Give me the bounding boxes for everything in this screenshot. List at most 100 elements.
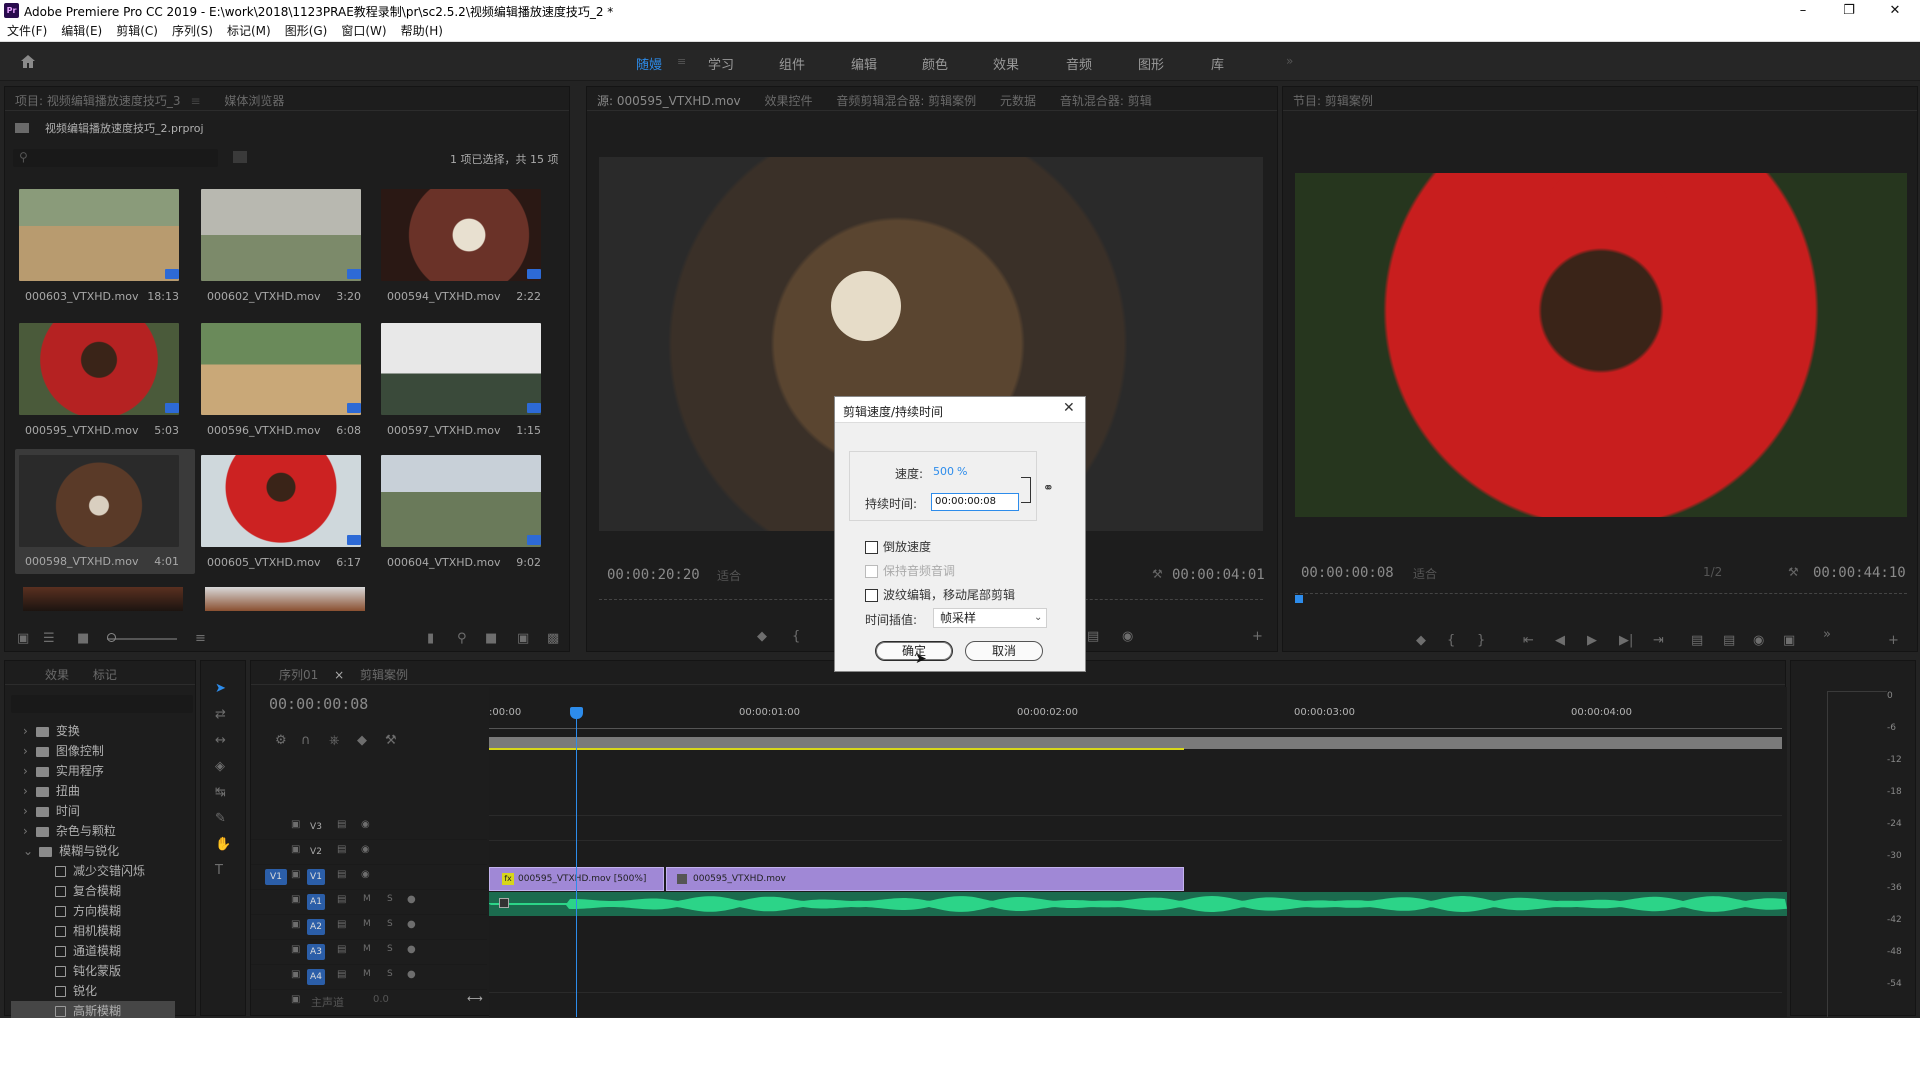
clip-thumb-000605[interactable]: 000605_VTXHD.mov 6:17 [201,455,367,573]
tree-fx-compound-blur[interactable]: 复合模糊 [23,881,193,901]
workspace-tab-color[interactable]: 颜色 [922,54,948,73]
go-to-out-icon[interactable]: ⇥ [1653,633,1664,648]
extract-icon[interactable]: ▤ [1723,633,1735,648]
master-track-value[interactable]: 0.0 [373,994,389,1005]
effects-search-input[interactable] [11,695,193,713]
list-view-icon[interactable]: ☰ [43,631,55,646]
lock-icon[interactable]: ▣ [291,844,300,855]
step-forward-icon[interactable]: ▶| [1619,633,1633,648]
track-target-a2[interactable]: A2 [307,919,325,935]
menu-window[interactable]: 窗口(W) [334,22,393,41]
timeline-timecode[interactable]: 00:00:00:08 [269,695,368,713]
minimize-button[interactable]: – [1780,0,1826,22]
tree-folder-image-control[interactable]: › 图像控制 [23,741,193,761]
pen-tool-icon[interactable]: ✎ [215,811,226,826]
tree-folder-blur-sharpen[interactable]: ⌄ 模糊与锐化 [23,841,193,861]
menu-edit[interactable]: 编辑(E) [54,22,109,41]
source-timecode-left[interactable]: 00:00:20:20 [607,567,700,583]
timeline-track-area[interactable]: :00:00 00:00:01:00 00:00:02:00 00:00:03:… [489,687,1787,1017]
hand-tool-icon[interactable]: ✋ [215,837,231,852]
microphone-icon[interactable]: ● [407,919,416,930]
tab-audio-clip-mixer[interactable]: 音频剪辑混合器: 剪辑案例 [826,87,986,109]
sort-icon[interactable]: ≡ [195,631,206,646]
cancel-button[interactable]: 取消 [965,641,1043,661]
lock-icon[interactable]: ▣ [291,969,300,980]
workspace-tab-assembly[interactable]: 随嫚 [636,54,662,73]
tab-markers[interactable]: 标记 [83,661,127,683]
find-icon[interactable]: ⚲ [457,631,467,646]
workspace-tab-effects[interactable]: 效果 [993,54,1019,73]
tree-fx-unsharp-mask[interactable]: 钝化蒙版 [23,961,193,981]
sync-lock-icon[interactable]: ▤ [337,919,346,930]
solo-icon[interactable]: S [387,894,393,904]
solo-icon[interactable]: S [387,969,393,979]
overflow-icon[interactable]: » [1823,627,1831,642]
mute-icon[interactable]: M [363,919,371,929]
program-time-ruler[interactable] [1295,593,1907,601]
workspace-tab-editing[interactable]: 编辑 [851,54,877,73]
workspace-menu-icon[interactable]: ≡ [677,55,686,68]
tree-folder-time[interactable]: › 时间 [23,801,193,821]
program-playhead[interactable] [1295,595,1303,603]
speed-value[interactable]: 500 [933,465,954,478]
tree-fx-channel-blur[interactable]: 通道模糊 [23,941,193,961]
export-frame-icon[interactable]: ▤ [1087,629,1099,644]
sync-lock-icon[interactable]: ▤ [337,944,346,955]
go-to-in-icon[interactable]: ⇤ [1523,633,1534,648]
workspace-tab-audio[interactable]: 音频 [1066,54,1092,73]
mute-icon[interactable]: M [363,894,371,904]
linked-selection-icon[interactable]: ⎈ [329,733,339,748]
tree-fx-reduce-interlace[interactable]: 减少交错闪烁 [23,861,193,881]
wrench-icon[interactable]: ⚒ [1788,565,1799,579]
tree-folder-noise-grain[interactable]: › 杂色与颗粒 [23,821,193,841]
icon-view-icon[interactable]: ■ [77,631,89,646]
program-timecode-left[interactable]: 00:00:00:08 [1301,565,1394,581]
tab-program[interactable]: 节目: 剪辑案例 [1283,87,1383,109]
wrench-icon[interactable]: ⚒ [1152,567,1163,581]
marker-icon[interactable]: ◆ [1416,633,1426,648]
tab-sequence01[interactable]: 序列01 [251,661,328,683]
zoom-slider-handle[interactable] [107,633,116,642]
project-search-input[interactable]: ⚲ [13,149,218,167]
program-fit-dropdown[interactable]: 适合 [1413,565,1437,582]
tab-source[interactable]: 源: 000595_VTXHD.mov [587,87,751,109]
tab-metadata[interactable]: 元数据 [990,87,1046,109]
tree-fx-directional-blur[interactable]: 方向模糊 [23,901,193,921]
dialog-close-icon[interactable]: ✕ [1063,400,1075,416]
workspace-tab-graphics[interactable]: 图形 [1138,54,1164,73]
microphone-icon[interactable]: ● [407,944,416,955]
new-bin-icon[interactable]: ■ [485,631,497,646]
camera-icon[interactable]: ◉ [1753,633,1764,648]
source-fit-dropdown[interactable]: 适合 [717,567,741,584]
tree-fx-camera-blur[interactable]: 相机模糊 [23,921,193,941]
tab-project[interactable]: 项目: 视频编辑播放速度技巧_3 [5,87,191,109]
tab-audio-track-mixer[interactable]: 音轨混合器: 剪辑 [1050,87,1162,109]
ripple-edit-tool-icon[interactable]: ↔ [215,733,226,748]
timeline-settings-icon[interactable]: ⚒ [385,733,397,748]
add-button-icon[interactable]: + [1252,629,1263,644]
new-search-bin-icon[interactable] [233,151,247,163]
track-target-v3[interactable]: V3 [307,819,325,835]
tab-effect-controls[interactable]: 效果控件 [754,87,822,109]
workspace-tab-libraries[interactable]: 库 [1211,54,1224,73]
new-item-icon[interactable]: ▣ [517,631,529,646]
tree-folder-transform[interactable]: › 变换 [23,721,193,741]
marker-icon[interactable]: ◆ [757,629,767,644]
program-resolution-dropdown[interactable]: 1/2 [1703,565,1722,579]
microphone-icon[interactable]: ● [407,969,416,980]
mute-icon[interactable]: M [363,944,371,954]
camera-icon[interactable]: ◉ [1122,629,1133,644]
slip-tool-icon[interactable]: ↹ [215,785,226,800]
lock-icon[interactable]: ▣ [291,919,300,930]
clip-thumb-000597[interactable]: 000597_VTXHD.mov 1:15 [381,323,547,441]
duration-input[interactable]: 00:00:00:08 [931,493,1019,511]
ripple-edit-checkbox[interactable]: 波纹编辑，移动尾部剪辑 [865,586,1015,603]
solo-icon[interactable]: S [387,944,393,954]
restore-button[interactable]: ❐ [1826,0,1872,22]
selection-tool-icon[interactable]: ➤ [215,681,226,696]
playhead-handle[interactable] [570,707,583,719]
clip-v1[interactable]: 000595_VTXHD.mov [666,867,1184,891]
sync-lock-icon[interactable]: ▤ [337,894,346,905]
mark-in-icon[interactable]: { [792,629,800,644]
clip-thumb-000602[interactable]: 000602_VTXHD.mov 3:20 [201,189,367,307]
